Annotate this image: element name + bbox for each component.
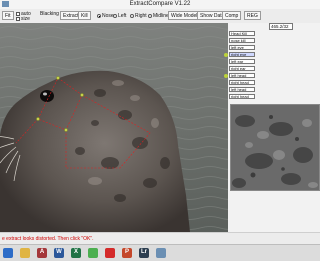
- feature-item[interactable]: nose kill: [229, 38, 255, 43]
- powerpoint-icon[interactable]: P: [122, 248, 132, 258]
- access-icon[interactable]: A: [37, 248, 47, 258]
- comp-button[interactable]: Comp: [222, 11, 242, 20]
- taskbar: A W X P Lr: [0, 244, 320, 261]
- feature-item[interactable]: right head: [229, 80, 255, 85]
- file-explorer-icon[interactable]: [20, 248, 30, 258]
- chrome-icon[interactable]: [88, 248, 98, 258]
- app-window: ExtractCompare V1.22 Fit auto size Black…: [0, 0, 320, 245]
- access-icon-glyph: A: [39, 249, 45, 255]
- auto-checkbox[interactable]: [16, 12, 20, 16]
- lightroom-icon-glyph: Lr: [141, 249, 147, 255]
- seal-eye: [40, 90, 54, 102]
- radio-midline-label: Midline: [153, 13, 169, 19]
- wide-model-button[interactable]: Wide Model: [168, 11, 201, 20]
- radio-left-label: Left: [118, 13, 127, 19]
- seal-photo-canvas: [0, 23, 228, 232]
- feature-item[interactable]: left head: [229, 73, 255, 78]
- feature-item[interactable]: right eye: [229, 52, 255, 57]
- toolbar: Fit auto size Blacking Extract Kill Nose…: [0, 9, 320, 24]
- landmark-point: [80, 93, 84, 97]
- size-checkbox[interactable]: [16, 17, 20, 21]
- radio-right-label: Right: [135, 13, 147, 19]
- radio-midline[interactable]: [148, 14, 152, 18]
- kill-button[interactable]: Kill: [78, 11, 91, 20]
- radio-nose[interactable]: [97, 14, 101, 18]
- radio-left[interactable]: [113, 14, 117, 18]
- landmark-set-icon: [224, 53, 228, 57]
- start-icon[interactable]: [3, 248, 13, 258]
- status-message: e extract looks distorted. Then click "O…: [2, 236, 94, 242]
- window-title: ExtractCompare V1.22: [129, 1, 191, 7]
- excel-icon[interactable]: X: [71, 248, 81, 258]
- landmark-set-icon: [224, 74, 228, 78]
- feature-item[interactable]: left head: [229, 87, 255, 92]
- coordinate-readout: 465.2/32: [269, 23, 293, 30]
- landmark-point: [36, 117, 40, 121]
- feature-item[interactable]: left ear: [229, 59, 255, 64]
- feature-item[interactable]: Head Kill: [229, 31, 255, 36]
- word-icon[interactable]: W: [54, 248, 64, 258]
- radio-nose-label: Nose: [102, 13, 114, 19]
- radio-right[interactable]: [130, 14, 134, 18]
- seal-photo[interactable]: [0, 23, 228, 232]
- thumbnail-canvas: [231, 105, 319, 190]
- fit-button[interactable]: Fit: [2, 11, 14, 20]
- feature-item[interactable]: right ear: [229, 66, 255, 71]
- size-label: size: [21, 16, 30, 22]
- excel-icon-glyph: X: [73, 249, 78, 255]
- app-icon[interactable]: [156, 248, 166, 258]
- powerpoint-icon-glyph: P: [124, 249, 129, 255]
- landmark-point: [56, 76, 60, 80]
- extracted-thumbnail: [230, 104, 320, 191]
- sidebar-panel: 465.2/32 Head Kill nose kill left eye right…: [224, 23, 320, 232]
- blacking-label: Blacking: [40, 11, 59, 17]
- feature-item[interactable]: left eye: [229, 45, 255, 50]
- feature-item[interactable]: right head: [229, 94, 255, 99]
- lightroom-icon[interactable]: Lr: [139, 248, 149, 258]
- reg-button[interactable]: REG: [244, 11, 261, 20]
- acrobat-icon[interactable]: [105, 248, 115, 258]
- landmark-point: [64, 128, 68, 132]
- word-icon-glyph: W: [56, 249, 62, 255]
